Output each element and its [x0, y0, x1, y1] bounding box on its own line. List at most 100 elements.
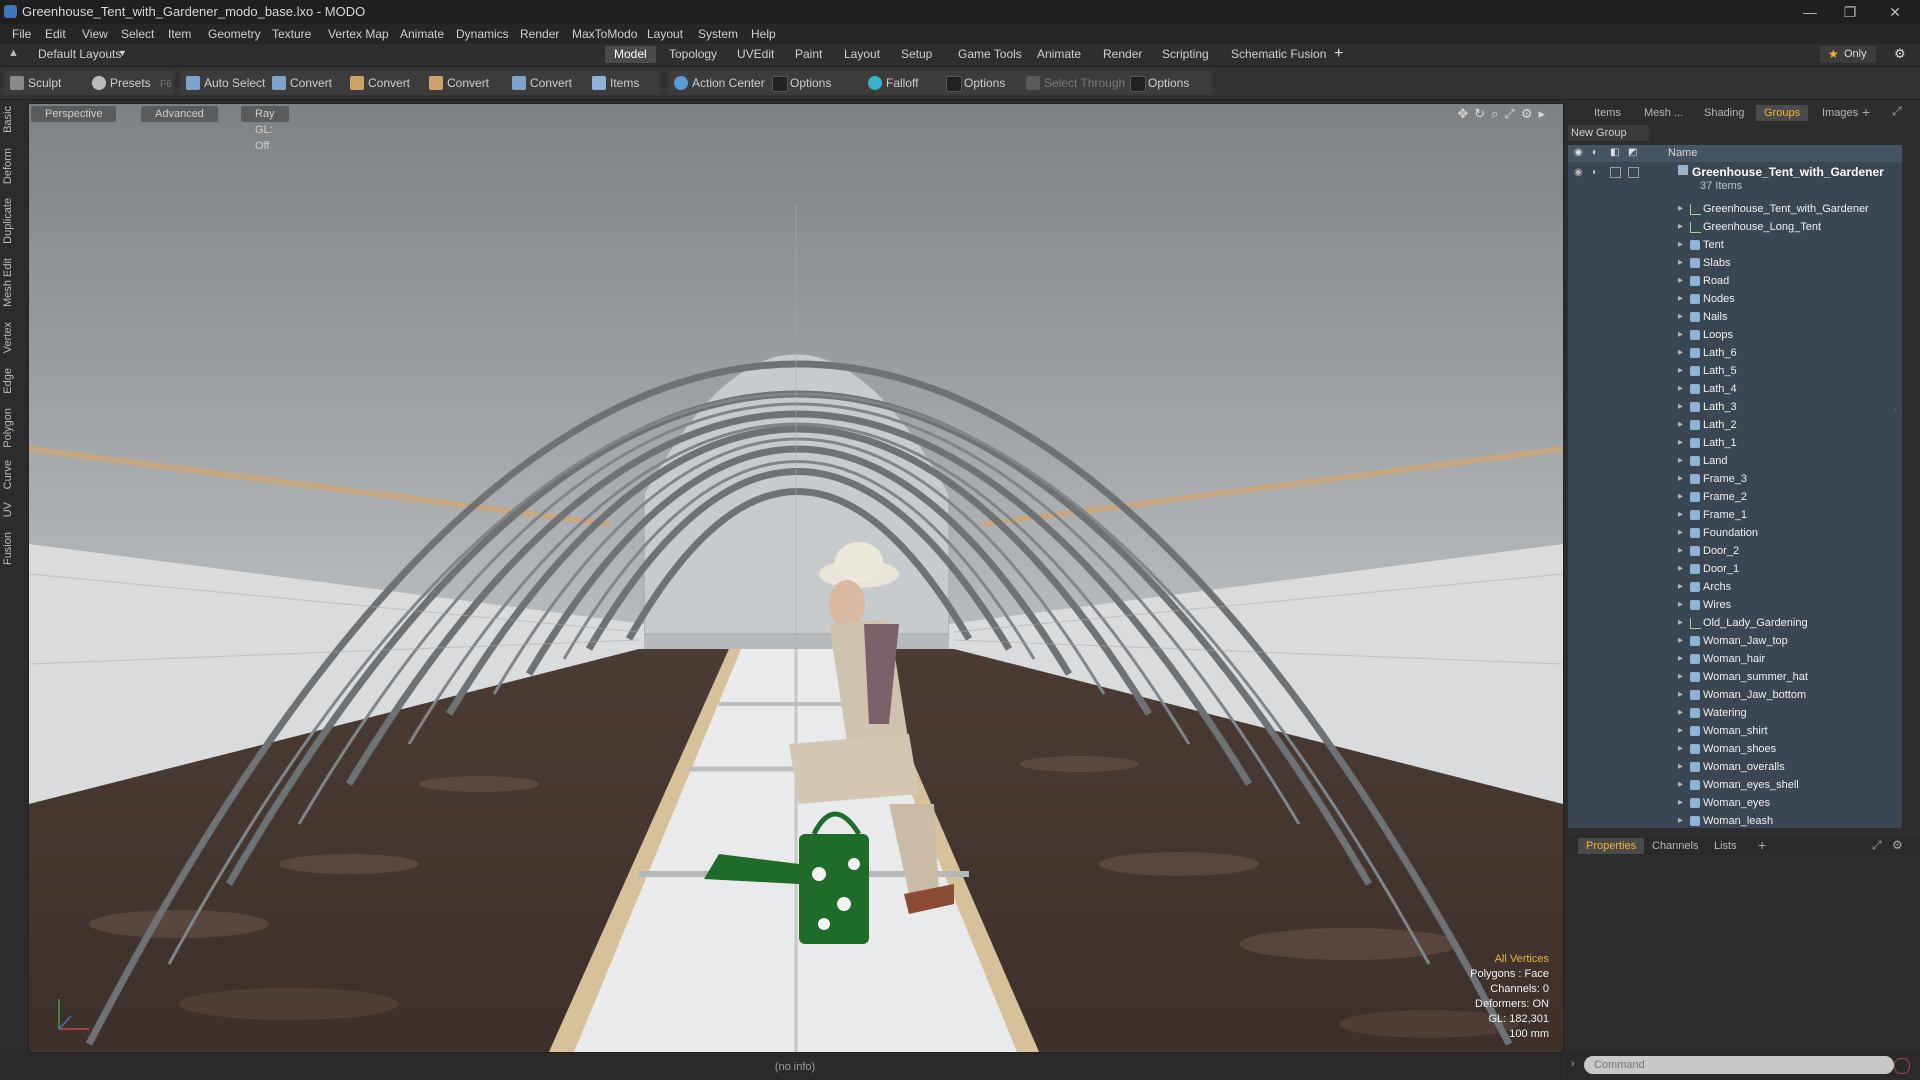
menu-render[interactable]: Render [520, 27, 559, 41]
expand-arrow-icon[interactable]: ▸ [1678, 398, 1683, 416]
expand-arrow-icon[interactable]: ▸ [1678, 236, 1683, 254]
group-item-row[interactable]: ▸ Frame_3 [1568, 470, 1902, 488]
lock-column-icon[interactable]: ◧ [1610, 147, 1622, 159]
expand-arrow-icon[interactable]: ▸ [1678, 290, 1683, 308]
expand-arrow-icon[interactable]: ▸ [1678, 362, 1683, 380]
eye-icon[interactable]: ◉ [1574, 167, 1583, 178]
vtab-basic[interactable]: Basic [2, 106, 22, 133]
fit-icon[interactable]: ⤢ [1504, 106, 1520, 121]
expand-arrow-icon[interactable]: ▸ [1678, 308, 1683, 326]
viewport-expand-icon[interactable]: ▸ [1538, 106, 1551, 121]
properties-gear-icon[interactable]: ⚙ [1892, 838, 1903, 852]
new-group-button[interactable]: New Group [1568, 125, 1649, 141]
group-item-row[interactable]: ▸ Road [1568, 272, 1902, 290]
vtab-curve[interactable]: Curve [2, 460, 22, 489]
menu-select[interactable]: Select [121, 27, 154, 41]
group-item-row[interactable]: ▸ Lath_3 [1568, 398, 1902, 416]
vtab-uv[interactable]: UV [2, 502, 22, 517]
only-toggle[interactable]: ★ Only [1820, 46, 1876, 63]
zoom-icon[interactable]: ⌕ [1491, 106, 1504, 121]
tab-uvedit[interactable]: UVEdit [728, 46, 783, 63]
expand-arrow-icon[interactable]: ▸ [1678, 452, 1683, 470]
vtab-fusion[interactable]: Fusion [2, 532, 22, 565]
tab-shading[interactable]: Shading [1696, 105, 1752, 121]
group-item-row[interactable]: ▸ Frame_1 [1568, 506, 1902, 524]
expand-arrow-icon[interactable]: ▸ [1678, 758, 1683, 776]
menu-vertex-map[interactable]: Vertex Map [328, 27, 389, 41]
layout-menu-icon[interactable]: ▲ [8, 47, 19, 59]
group-item-row[interactable]: ▸ Greenhouse_Tent_with_Gardener [1568, 200, 1902, 218]
menu-maxtomodo[interactable]: MaxToModo [572, 27, 637, 41]
convert-material-button[interactable]: Convert [510, 72, 572, 94]
tab-properties[interactable]: Properties [1578, 838, 1645, 854]
maximize-button[interactable]: ❐ [1830, 2, 1870, 22]
auto-select-button[interactable]: Auto Select [184, 72, 265, 94]
tab-paint[interactable]: Paint [786, 46, 831, 63]
expand-arrow-icon[interactable]: ▸ [1678, 740, 1683, 758]
expand-arrow-icon[interactable]: ▸ [1678, 506, 1683, 524]
group-item-row[interactable]: ▸ Wires [1568, 596, 1902, 614]
pan-icon[interactable]: ✥ [1457, 106, 1474, 121]
close-button[interactable]: ✕ [1875, 2, 1915, 22]
viewport-gear-icon[interactable]: ⚙ [1521, 106, 1539, 121]
expand-arrow-icon[interactable]: ▸ [1678, 218, 1683, 236]
group-item-row[interactable]: ▸ Archs [1568, 578, 1902, 596]
add-properties-tab-icon[interactable]: + [1758, 837, 1766, 853]
falloff-options-button[interactable]: Options [944, 72, 1005, 94]
tab-lists[interactable]: Lists [1706, 838, 1745, 854]
menu-animate[interactable]: Animate [400, 27, 444, 41]
render-icon[interactable]: ◐ [1592, 167, 1598, 178]
group-item-row[interactable]: ▸ Lath_4 [1568, 380, 1902, 398]
tab-render[interactable]: Render [1094, 46, 1151, 63]
raygl-toggle[interactable]: Ray GL: Off [241, 106, 289, 152]
group-item-row[interactable]: ▸ Frame_2 [1568, 488, 1902, 506]
group-item-row[interactable]: ▸ Lath_1 [1568, 434, 1902, 452]
expand-arrow-icon[interactable]: ▸ [1678, 686, 1683, 704]
expand-arrow-icon[interactable]: ▸ [1678, 614, 1683, 632]
minimize-button[interactable]: — [1790, 2, 1830, 22]
expand-arrow-icon[interactable]: ▸ [1678, 776, 1683, 794]
list-scrollbar[interactable]: ◦ [1894, 405, 1900, 414]
group-item-row[interactable]: ▸ Woman_hair [1568, 650, 1902, 668]
vtab-mesh-edit[interactable]: Mesh Edit [2, 258, 22, 307]
3d-viewport[interactable]: Perspective Advanced Ray GL: Off ✥↻⌕⤢⚙▸ … [28, 103, 1564, 1053]
group-item-row[interactable]: ▸ Woman_overalls [1568, 758, 1902, 776]
shading-dropdown[interactable]: Advanced [141, 106, 218, 122]
vtab-vertex[interactable]: Vertex [2, 322, 22, 353]
tab-groups[interactable]: Groups [1756, 105, 1809, 121]
falloff-button[interactable]: Falloff [866, 72, 918, 94]
group-item-row[interactable]: ▸ Woman_summer_hat [1568, 668, 1902, 686]
action-center-button[interactable]: Action Center [672, 72, 765, 94]
group-row[interactable]: ◉ ◐ Greenhouse_Tent_with_Gardener 37 Ite… [1568, 165, 1902, 197]
gear-icon[interactable]: ⚙ [1894, 46, 1906, 62]
menu-layout[interactable]: Layout [647, 27, 683, 41]
record-macro-icon[interactable] [1894, 1058, 1910, 1074]
menu-item[interactable]: Item [168, 27, 191, 41]
menu-help[interactable]: Help [751, 27, 776, 41]
tab-animate[interactable]: Animate [1028, 46, 1090, 63]
group-item-row[interactable]: ▸ Tent [1568, 236, 1902, 254]
expand-arrow-icon[interactable]: ▸ [1678, 524, 1683, 542]
add-tab-icon[interactable]: + [1334, 45, 1343, 63]
group-item-row[interactable]: ▸ Slabs [1568, 254, 1902, 272]
properties-expand-icon[interactable]: ⤢ [1872, 838, 1882, 853]
expand-arrow-icon[interactable]: ▸ [1678, 326, 1683, 344]
tab-layout[interactable]: Layout [835, 46, 889, 63]
expand-arrow-icon[interactable]: ▸ [1678, 200, 1683, 218]
expand-arrow-icon[interactable]: ▸ [1678, 704, 1683, 722]
tab-scripting[interactable]: Scripting [1153, 46, 1218, 63]
group-item-row[interactable]: ▸ Foundation [1568, 524, 1902, 542]
vtab-duplicate[interactable]: Duplicate [2, 198, 22, 244]
menu-view[interactable]: View [82, 27, 108, 41]
name-column-header[interactable]: Name [1668, 147, 1697, 159]
expand-arrow-icon[interactable]: ▸ [1678, 794, 1683, 812]
group-item-row[interactable]: ▸ Greenhouse_Long_Tent [1568, 218, 1902, 236]
expand-arrow-icon[interactable]: ▸ [1678, 272, 1683, 290]
group-item-row[interactable]: ▸ Watering [1568, 704, 1902, 722]
expand-arrow-icon[interactable]: ▸ [1678, 434, 1683, 452]
select-through-button[interactable]: Select Through [1024, 72, 1125, 94]
group-item-row[interactable]: ▸ Woman_Jaw_top [1568, 632, 1902, 650]
panel-expand-icon[interactable]: ⤢ [1892, 104, 1902, 119]
tab-model[interactable]: Model [605, 46, 656, 63]
tab-schematic-fusion[interactable]: Schematic Fusion [1222, 46, 1335, 63]
